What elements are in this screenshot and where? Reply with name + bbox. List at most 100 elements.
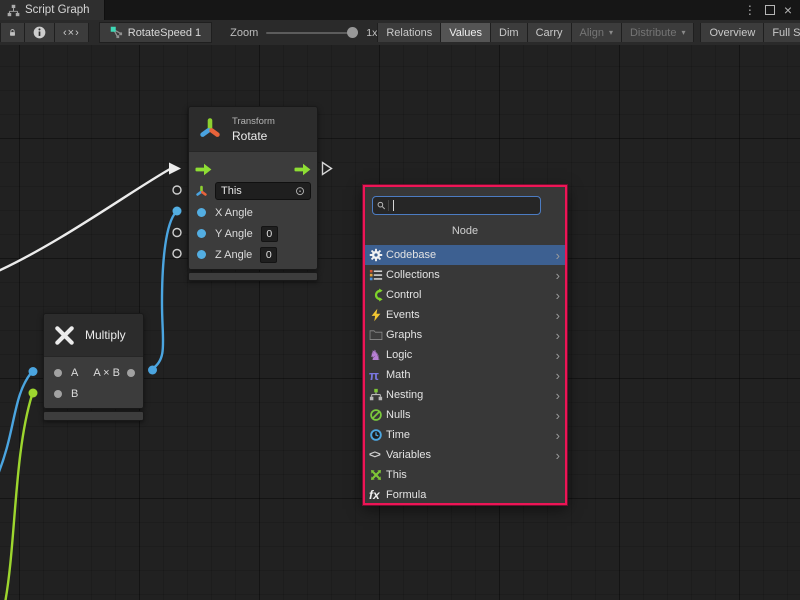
zoom-slider-handle[interactable] <box>347 27 358 38</box>
chevron-right-icon: › <box>556 329 565 342</box>
chevron-right-icon: › <box>556 249 565 262</box>
clock-icon <box>369 427 386 443</box>
wire-arrowhead-icon <box>169 163 181 175</box>
zoom-control: Zoom 1x <box>230 27 377 39</box>
menu-item-time[interactable]: Time › <box>365 425 565 445</box>
menu-icon[interactable]: ⋮ <box>744 4 756 16</box>
values-button[interactable]: Values <box>441 23 491 42</box>
search-field[interactable] <box>372 196 541 215</box>
chevron-down-icon: ▾ <box>681 28 685 37</box>
y-angle-row: Y Angle 0 <box>189 223 317 244</box>
search-input[interactable] <box>394 200 536 212</box>
tab-script-graph[interactable]: Script Graph <box>0 0 105 20</box>
full-screen-button[interactable]: Full Screen <box>764 23 800 42</box>
wire-green-to-multiply-b <box>5 395 32 600</box>
multiply-a-row: A A × B <box>44 363 143 382</box>
gear-icon <box>369 247 386 263</box>
menu-item-codebase[interactable]: Codebase › <box>365 245 565 265</box>
multiply-node[interactable]: Multiply A A × B B <box>43 313 144 421</box>
x-angle-row: X Angle <box>189 202 317 223</box>
breadcrumb[interactable]: RotateSpeed 1 <box>99 22 212 43</box>
flow-output-triangle-port[interactable] <box>323 163 332 175</box>
zoom-value: 1x <box>366 27 377 39</box>
distribute-dropdown[interactable]: Distribute ▾ <box>622 23 694 42</box>
x-angle-port[interactable] <box>197 208 206 217</box>
this-object-field[interactable]: This ⊙ <box>215 182 311 200</box>
folder-icon <box>369 327 386 343</box>
y-angle-port[interactable] <box>197 229 206 238</box>
carry-button[interactable]: Carry <box>528 23 572 42</box>
lock-button[interactable] <box>0 23 25 42</box>
menu-item-nesting[interactable]: Nesting › <box>365 385 565 405</box>
toolbar-right-group: Relations Values Dim Carry Align ▾ Distr… <box>377 23 800 42</box>
graph-toolbar: ‹×› RotateSpeed 1 Zoom 1x Relations Valu… <box>0 20 800 46</box>
angle-brackets-icon: <> <box>369 447 386 463</box>
multiply-a-port-dot[interactable] <box>29 367 38 376</box>
this-outer-port[interactable] <box>173 186 181 194</box>
script-graph-icon <box>7 4 20 17</box>
menu-item-variables[interactable]: <> Variables › <box>365 445 565 465</box>
edit-graph-button[interactable]: ‹×› <box>55 23 89 42</box>
wire-multiply-to-x-angle <box>152 212 176 369</box>
transform-rotate-node[interactable]: Transform Rotate <box>188 106 318 281</box>
z-angle-value-field[interactable]: 0 <box>260 247 277 263</box>
info-icon <box>33 26 46 39</box>
maximize-icon[interactable] <box>765 5 775 15</box>
lightning-bolt-icon <box>369 307 386 323</box>
chevron-right-icon: › <box>556 369 565 382</box>
list-icon <box>369 267 386 283</box>
graph-canvas[interactable]: Transform Rotate <box>0 45 800 600</box>
a-input-port[interactable] <box>54 369 62 377</box>
y-angle-value-field[interactable]: 0 <box>261 226 278 242</box>
fx-icon: fx <box>369 487 386 503</box>
close-icon[interactable]: × <box>784 3 792 17</box>
hierarchy-icon <box>369 387 386 403</box>
dim-button[interactable]: Dim <box>491 23 528 42</box>
lock-icon <box>9 26 16 39</box>
menu-item-events[interactable]: Events › <box>365 305 565 325</box>
menu-item-math[interactable]: π Math › <box>365 365 565 385</box>
search-divider <box>388 200 389 211</box>
y-angle-outer-port[interactable] <box>173 229 181 237</box>
menu-item-graphs[interactable]: Graphs › <box>365 325 565 345</box>
node-title: Rotate <box>232 129 275 143</box>
graph-node-icon <box>110 26 123 39</box>
menu-item-nulls[interactable]: Nulls › <box>365 405 565 425</box>
product-output-port[interactable] <box>127 369 135 377</box>
transform-axis-icon <box>195 185 208 198</box>
zoom-slider-track[interactable] <box>266 32 358 34</box>
align-dropdown[interactable]: Align ▾ <box>572 23 622 42</box>
fuzzy-finder-popup: Node <box>363 185 567 505</box>
transform-axis-icon <box>197 116 223 142</box>
object-picker-icon[interactable]: ⊙ <box>295 185 305 197</box>
chevron-right-icon: › <box>556 449 565 462</box>
flow-input-arrow-icon[interactable] <box>195 163 212 176</box>
menu-item-formula[interactable]: fx Formula <box>365 485 565 505</box>
b-input-port[interactable] <box>54 390 62 398</box>
info-button[interactable] <box>25 23 55 42</box>
tab-label: Script Graph <box>25 4 90 16</box>
z-angle-port[interactable] <box>197 250 206 259</box>
multiply-output-port-dot[interactable] <box>148 366 157 375</box>
flow-output-arrow-icon[interactable] <box>294 163 311 176</box>
multiply-b-row: B <box>44 384 143 403</box>
node-category: Transform <box>232 116 275 127</box>
finder-header: Node <box>365 225 565 239</box>
z-angle-row: Z Angle 0 <box>189 244 317 265</box>
relations-button[interactable]: Relations <box>377 23 441 42</box>
x-angle-outer-port-dot[interactable] <box>173 207 182 216</box>
menu-item-this[interactable]: This <box>365 465 565 485</box>
title-bar: Script Graph ⋮ × <box>0 0 800 20</box>
angle-brackets-icon: ‹×› <box>63 27 80 39</box>
overview-button[interactable]: Overview <box>700 23 764 42</box>
chevron-down-icon: ▾ <box>609 28 613 37</box>
z-angle-outer-port[interactable] <box>173 250 181 258</box>
unity-visual-scripting-window: Script Graph ⋮ × ‹×› <box>0 0 800 600</box>
menu-item-logic[interactable]: ♞ Logic › <box>365 345 565 365</box>
menu-item-control[interactable]: Control › <box>365 285 565 305</box>
branch-arrow-icon <box>369 287 386 303</box>
window-controls: ⋮ × <box>744 0 800 20</box>
menu-item-collections[interactable]: Collections › <box>365 265 565 285</box>
this-row: This ⊙ <box>189 180 317 202</box>
multiply-b-port-dot[interactable] <box>29 389 38 398</box>
